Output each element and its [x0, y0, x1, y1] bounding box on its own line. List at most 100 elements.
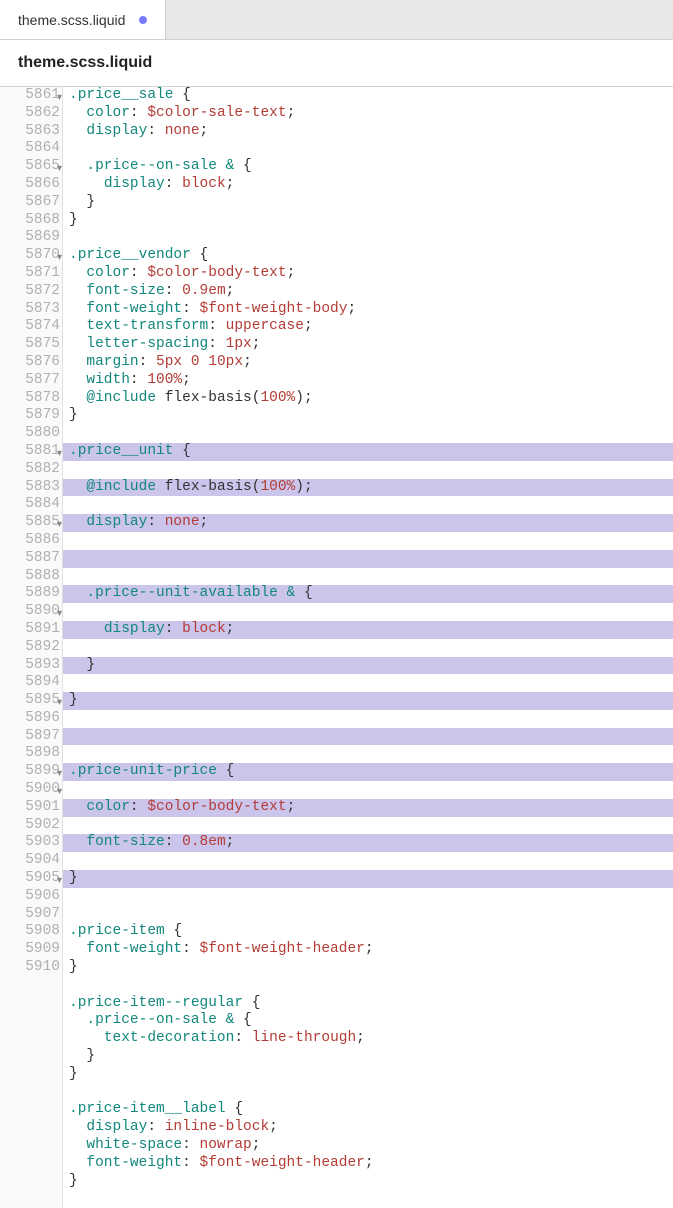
code-line[interactable]: } — [69, 212, 78, 228]
code-line[interactable] — [69, 906, 78, 922]
code-line[interactable]: width: 100%; — [69, 372, 191, 388]
code-line[interactable]: } — [63, 657, 673, 675]
code-line[interactable]: .price-unit-price { — [63, 763, 673, 781]
code-line[interactable]: color: $color-sale-text; — [69, 105, 295, 121]
code-line[interactable]: font-weight: $font-weight-header; — [69, 941, 374, 957]
line-number: 5879 — [0, 407, 60, 425]
line-number: 5871 — [0, 265, 60, 283]
code-line[interactable]: text-transform: uppercase; — [69, 318, 313, 334]
code-line[interactable]: text-decoration: line-through; — [69, 1030, 365, 1046]
line-number: 5897 — [0, 728, 60, 746]
line-number: 5865▾ — [0, 158, 60, 176]
code-line[interactable] — [69, 1190, 78, 1206]
line-number: 5877 — [0, 372, 60, 390]
tab-bar: theme.scss.liquid — [0, 0, 673, 40]
line-number: 5881▾ — [0, 443, 60, 461]
code-line[interactable]: .price-item__label { — [69, 1101, 243, 1117]
line-number: 5880 — [0, 425, 60, 443]
line-number: 5862 — [0, 105, 60, 123]
code-line[interactable] — [69, 229, 78, 245]
code-line[interactable]: } — [69, 959, 78, 975]
line-number: 5883 — [0, 479, 60, 497]
line-number: 5902 — [0, 817, 60, 835]
line-number: 5874 — [0, 318, 60, 336]
line-number: 5890▾ — [0, 603, 60, 621]
code-line[interactable]: .price__unit { — [63, 443, 673, 461]
line-number: 5867 — [0, 194, 60, 212]
code-line[interactable]: font-size: 0.9em; — [69, 283, 234, 299]
line-number: 5868 — [0, 212, 60, 230]
code-line[interactable]: .price--unit-available & { — [63, 585, 673, 603]
code-line[interactable]: display: block; — [69, 176, 234, 192]
line-number: 5878 — [0, 390, 60, 408]
line-number: 5900▾ — [0, 781, 60, 799]
code-line[interactable]: .price__vendor { — [69, 247, 208, 263]
code-line[interactable] — [63, 550, 673, 568]
line-number: 5872 — [0, 283, 60, 301]
line-number: 5903 — [0, 834, 60, 852]
line-number: 5893 — [0, 657, 60, 675]
code-line[interactable]: } — [63, 870, 673, 888]
line-number: 5910 — [0, 959, 60, 977]
line-number: 5909 — [0, 941, 60, 959]
code-line[interactable]: } — [69, 194, 95, 210]
line-number: 5861▾ — [0, 87, 60, 105]
line-number: 5882 — [0, 461, 60, 479]
line-number: 5901 — [0, 799, 60, 817]
line-number: 5886 — [0, 532, 60, 550]
line-number: 5870▾ — [0, 247, 60, 265]
line-number: 5908 — [0, 923, 60, 941]
line-number: 5875 — [0, 336, 60, 354]
code-line[interactable]: .price-item { — [69, 923, 182, 939]
code-line[interactable]: @include flex-basis(100%); — [69, 390, 313, 406]
code-line[interactable]: color: $color-body-text; — [63, 799, 673, 817]
code-line[interactable]: .price__sale { — [69, 87, 191, 103]
line-number-gutter: 5861▾5862586358645865▾586658675868586958… — [0, 87, 63, 1208]
line-number: 5885▾ — [0, 514, 60, 532]
line-number: 5895▾ — [0, 692, 60, 710]
code-editor[interactable]: 5861▾5862586358645865▾586658675868586958… — [0, 87, 673, 1208]
line-number: 5888 — [0, 568, 60, 586]
code-line[interactable]: letter-spacing: 1px; — [69, 336, 260, 352]
code-line[interactable]: } — [63, 692, 673, 710]
code-line[interactable]: font-weight: $font-weight-header; — [69, 1155, 374, 1171]
line-number: 5887 — [0, 550, 60, 568]
breadcrumb[interactable]: theme.scss.liquid — [0, 40, 673, 87]
code-line[interactable] — [69, 425, 78, 441]
line-number: 5863 — [0, 123, 60, 141]
file-tab[interactable]: theme.scss.liquid — [0, 0, 166, 39]
line-number: 5892 — [0, 639, 60, 657]
code-line[interactable]: @include flex-basis(100%); — [63, 479, 673, 497]
code-line[interactable]: .price--on-sale & { — [69, 158, 252, 174]
code-line[interactable] — [69, 1084, 78, 1100]
code-line[interactable]: font-size: 0.8em; — [63, 834, 673, 852]
code-line[interactable]: .price-item--regular { — [69, 995, 260, 1011]
code-line[interactable]: display: inline-block; — [69, 1119, 278, 1135]
line-number: 5864 — [0, 140, 60, 158]
code-content[interactable]: .price__sale { color: $color-sale-text; … — [63, 87, 673, 1208]
line-number: 5866 — [0, 176, 60, 194]
line-number: 5899▾ — [0, 763, 60, 781]
code-line[interactable]: display: none; — [63, 514, 673, 532]
code-line[interactable]: } — [69, 1173, 78, 1189]
code-line[interactable]: white-space: nowrap; — [69, 1137, 260, 1153]
code-line[interactable]: display: block; — [63, 621, 673, 639]
tab-filename: theme.scss.liquid — [18, 12, 125, 28]
code-line[interactable] — [63, 728, 673, 746]
code-line[interactable]: font-weight: $font-weight-body; — [69, 301, 356, 317]
code-line[interactable]: } — [69, 1048, 95, 1064]
code-line[interactable] — [69, 977, 78, 993]
code-line[interactable]: margin: 5px 0 10px; — [69, 354, 252, 370]
line-number: 5896 — [0, 710, 60, 728]
code-line[interactable]: color: $color-body-text; — [69, 265, 295, 281]
code-line[interactable]: } — [69, 1066, 78, 1082]
code-line[interactable]: display: none; — [69, 123, 208, 139]
line-number: 5894 — [0, 674, 60, 692]
unsaved-indicator-icon — [139, 16, 147, 24]
code-line[interactable] — [69, 140, 78, 156]
code-line[interactable]: } — [69, 407, 78, 423]
code-line[interactable]: .price--on-sale & { — [69, 1012, 252, 1028]
line-number: 5898 — [0, 745, 60, 763]
breadcrumb-text: theme.scss.liquid — [18, 54, 152, 71]
line-number: 5906 — [0, 888, 60, 906]
